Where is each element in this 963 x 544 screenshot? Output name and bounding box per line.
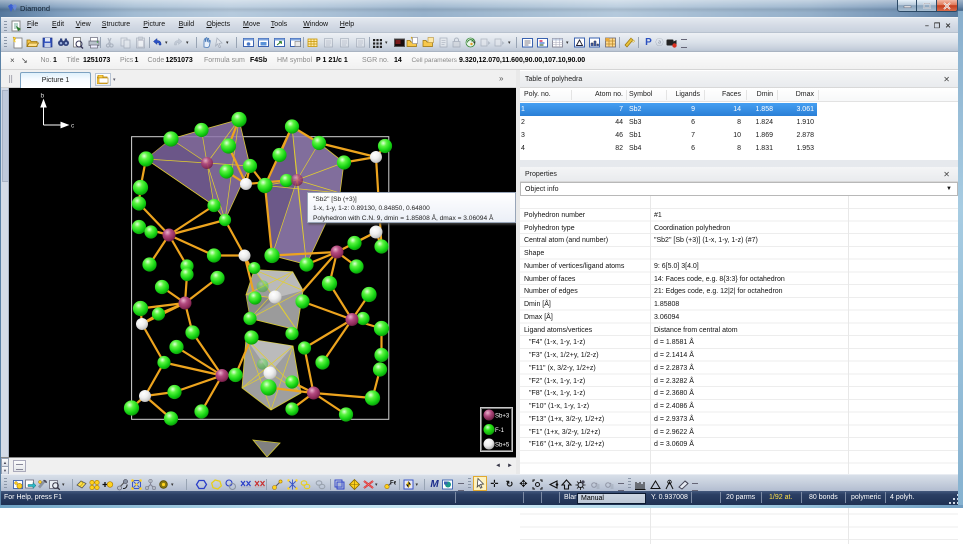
svg-text:b: b [41,93,45,100]
svg-text:Fe: Fe [390,481,396,487]
svg-text:F-1: F-1 [495,428,505,434]
svg-text:c: c [71,123,75,130]
svg-text:Sb+5: Sb+5 [495,443,510,449]
svg-text:Sb+3: Sb+3 [495,414,510,420]
